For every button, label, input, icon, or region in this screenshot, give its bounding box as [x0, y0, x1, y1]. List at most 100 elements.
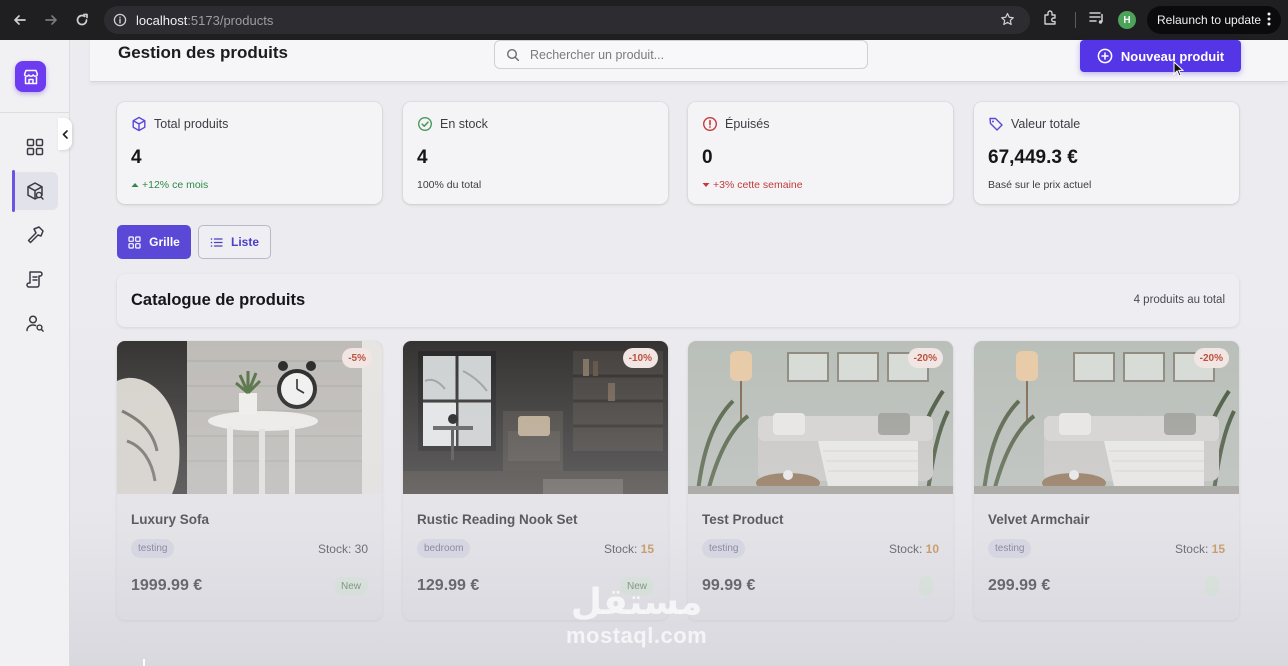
check-circle-icon [417, 116, 433, 132]
product-image[interactable]: -20% [688, 341, 953, 494]
search-icon [506, 48, 520, 61]
search-box[interactable] [494, 40, 868, 69]
relaunch-button[interactable]: Relaunch to update [1147, 6, 1281, 34]
stat-sub: 100% du total [417, 179, 482, 191]
stat-value: 4 [131, 147, 142, 168]
dashboard-icon [26, 138, 44, 156]
product-price: 129.99 € [417, 577, 480, 594]
new-product-button[interactable]: Nouveau produit [1080, 40, 1241, 72]
bookmark-star-icon[interactable] [1000, 12, 1015, 32]
alert-circle-icon [702, 116, 718, 132]
mouse-cursor-icon [1173, 60, 1185, 82]
sidebar-item-tools[interactable] [12, 216, 58, 254]
stock-value: 15 [1211, 542, 1225, 556]
product-name[interactable]: Rustic Reading Nook Set [417, 512, 578, 527]
stock-info: Stock: 30 [318, 542, 368, 556]
sidebar-item-records[interactable] [12, 260, 58, 298]
store-icon [23, 69, 38, 84]
tag-icon [989, 117, 1003, 131]
address-bar[interactable]: localhost:5173/products [104, 6, 1030, 34]
watermark-latin: mostaql.com [566, 623, 708, 648]
stock-info: Stock: 10 [889, 542, 939, 556]
category-tag: testing [131, 539, 175, 558]
product-price: 299.99 € [988, 577, 1051, 594]
reload-icon[interactable] [71, 9, 93, 31]
products-box-icon [27, 182, 44, 200]
forward-icon[interactable] [40, 9, 62, 31]
catalogue-title: Catalogue de produits [131, 291, 306, 309]
stat-trend-text: +3% cette semaine [713, 179, 803, 191]
stock-label: Stock: [603, 542, 638, 556]
extensions-icon[interactable] [1042, 9, 1060, 32]
grid-icon [128, 235, 141, 249]
hammer-icon [27, 226, 44, 244]
cube-icon [132, 116, 146, 132]
stat-trend: +3% cette semaine [702, 179, 803, 191]
discount-badge: -5% [342, 348, 372, 368]
url-path: :5173/products [187, 12, 274, 28]
product-price: 1999.99 € [131, 577, 203, 594]
trend-down-icon [702, 183, 710, 187]
chevron-left-icon [62, 129, 68, 139]
list-icon [210, 237, 223, 247]
back-icon[interactable] [9, 9, 31, 31]
browser-toolbar: localhost:5173/products H Relaunch to up… [0, 0, 1288, 40]
page-header: Gestion des produits Nouveau produit [90, 40, 1288, 82]
stock-label: Stock: [888, 542, 923, 556]
plus-circle-icon [1097, 48, 1113, 64]
product-card[interactable]: -10% Rustic Reading Nook Set bedroom Sto… [403, 341, 668, 620]
toolbar-separator [1075, 12, 1076, 28]
search-input[interactable] [530, 47, 850, 62]
stat-trend-text: +12% ce mois [142, 179, 209, 191]
category-tag: bedroom [417, 539, 471, 558]
page-title: Gestion des produits [118, 43, 289, 62]
sidebar [0, 40, 72, 666]
stat-card-total-value: Valeur totale 67,449.3 € Basé sur le pri… [974, 102, 1239, 204]
product-name[interactable]: Test Product [702, 512, 784, 527]
sidebar-item-dashboard[interactable] [12, 128, 58, 166]
catalogue-header: Catalogue de produits 4 produits au tota… [117, 274, 1239, 327]
stock-label: Stock: [1174, 542, 1209, 556]
product-price: 99.99 € [702, 577, 756, 594]
stat-card-out-of-stock: Épuisés 0 +3% cette semaine [688, 102, 953, 204]
product-name[interactable]: Velvet Armchair [988, 512, 1090, 527]
product-image[interactable]: -10% [403, 341, 668, 494]
category-tag: testing [702, 539, 746, 558]
user-search-icon [26, 315, 44, 332]
sidebar-collapse-button[interactable] [58, 118, 72, 150]
stock-label: Stock: [317, 542, 352, 556]
product-name[interactable]: Luxury Sofa [131, 512, 209, 527]
scroll-icon [26, 271, 43, 288]
discount-badge: -20% [907, 348, 943, 368]
product-card[interactable]: -20% Test Product testing Stock: 10 99.9… [688, 341, 953, 620]
stat-value: 4 [417, 147, 428, 168]
stock-info: Stock: 15 [604, 542, 654, 556]
product-image[interactable]: -5% [117, 341, 382, 494]
app-logo[interactable] [15, 61, 46, 92]
trend-up-icon [131, 183, 139, 187]
site-info-icon[interactable] [113, 13, 127, 32]
status-badge [919, 576, 933, 596]
product-image[interactable]: -20% [974, 341, 1239, 494]
sidebar-item-users[interactable] [12, 304, 58, 342]
stock-value: 15 [640, 542, 654, 556]
new-badge: New [619, 577, 654, 595]
product-card[interactable]: -5% Luxury Sofa testing Stock: 30 1999.9… [117, 341, 382, 620]
stat-trend: +12% ce mois [131, 179, 208, 191]
stat-card-total: Total produits 4 +12% ce mois [117, 102, 382, 204]
stock-value: 10 [925, 542, 939, 556]
menu-kebab-icon[interactable] [1267, 12, 1271, 29]
media-controls-icon[interactable] [1088, 9, 1106, 32]
new-badge: New [333, 577, 368, 595]
profile-avatar[interactable]: H [1118, 11, 1136, 29]
product-card[interactable]: -20% Velvet Armchair testing Stock: 15 2… [974, 341, 1239, 620]
sidebar-item-products[interactable] [12, 172, 58, 210]
stat-value: 67,449.3 € [988, 147, 1078, 168]
text-caret [143, 659, 145, 666]
view-list-button[interactable]: Liste [198, 225, 271, 259]
stat-label: Valeur totale [1011, 117, 1081, 131]
sidebar-active-indicator [12, 170, 15, 212]
stat-label: Épuisés [725, 117, 770, 131]
view-grid-button[interactable]: Grille [117, 225, 191, 259]
catalogue-count: 4 produits au total [1133, 294, 1225, 306]
